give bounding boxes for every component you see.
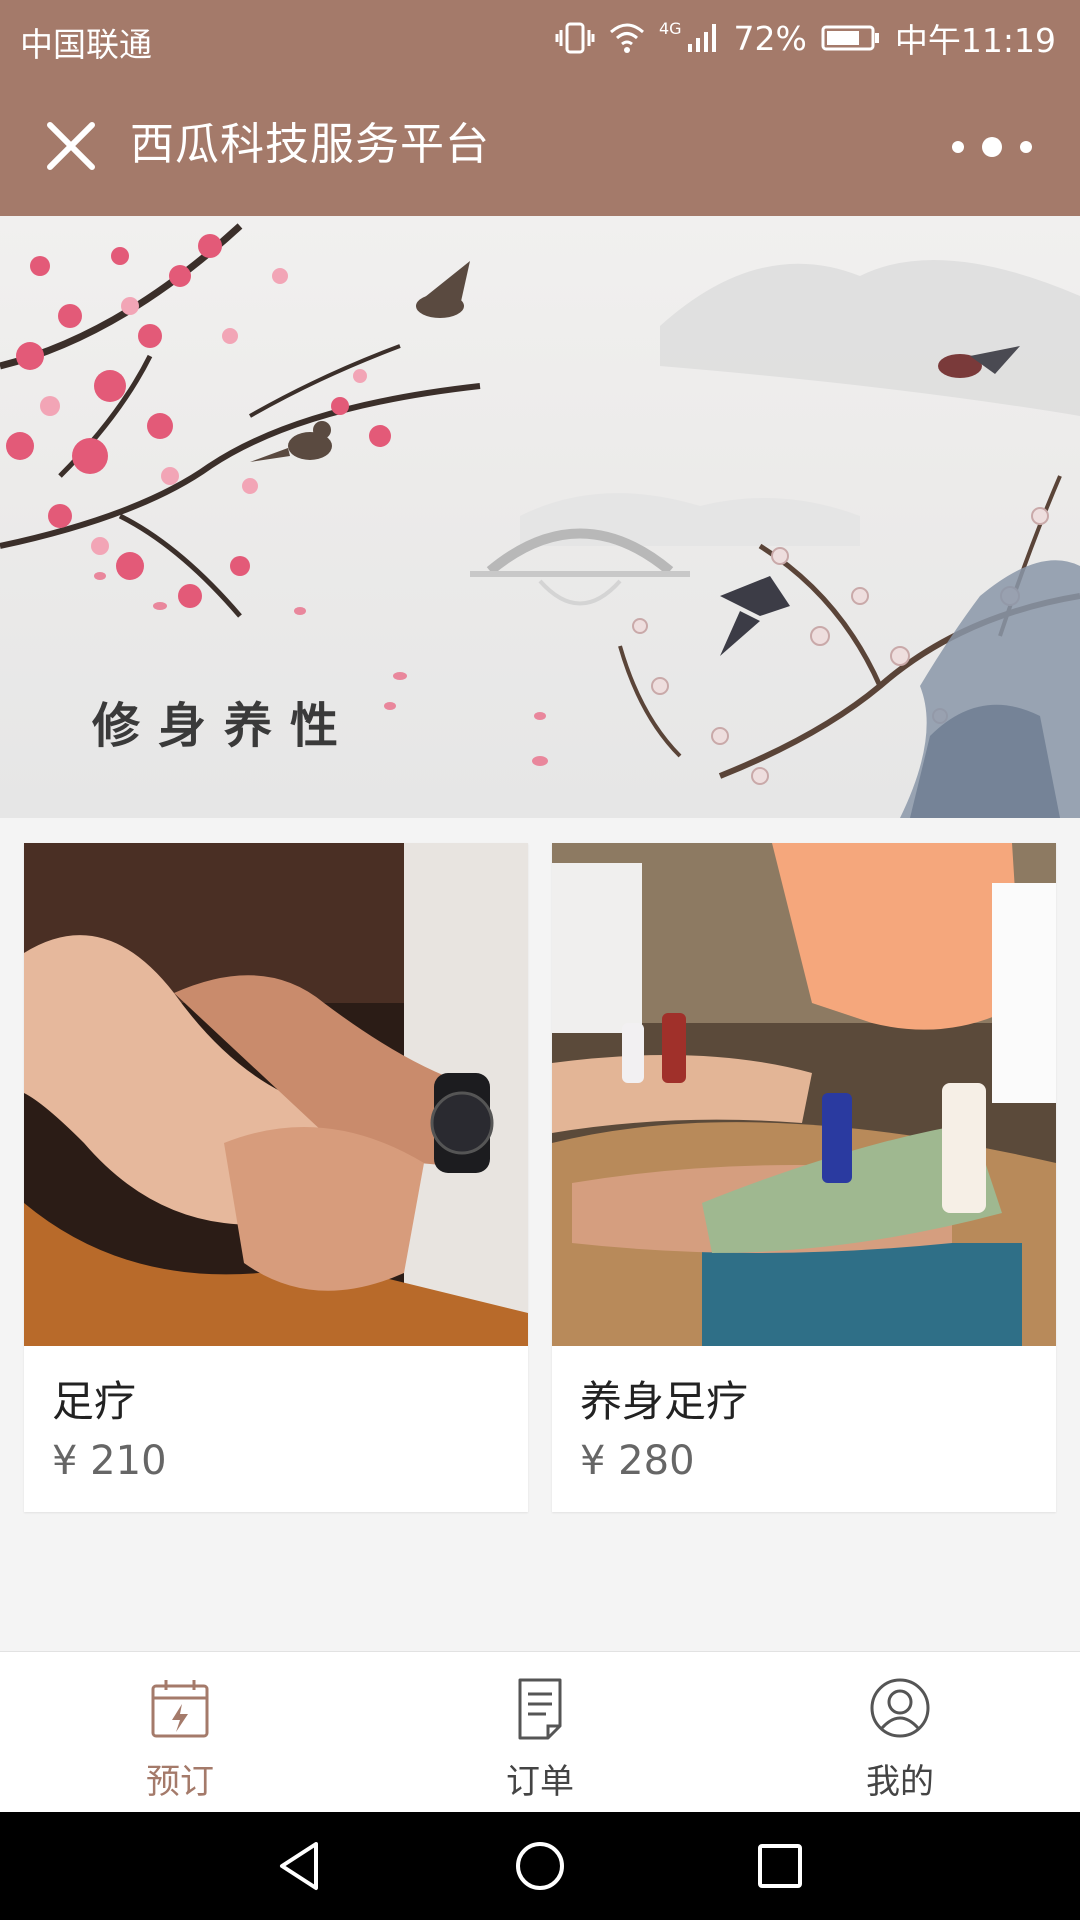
tab-label: 订单 — [506, 1762, 574, 1802]
product-photo — [552, 843, 1056, 1346]
back-icon[interactable] — [272, 1838, 328, 1894]
battery-icon — [821, 25, 879, 51]
tab-orders[interactable]: 订单 — [360, 1652, 720, 1812]
product-price: ¥ 280 — [580, 1438, 695, 1484]
product-name: 养身足疗 — [580, 1377, 749, 1426]
carrier-label: 中国联通 — [20, 25, 152, 64]
document-icon — [518, 1678, 562, 1740]
product-info: 足疗 ¥ 210 — [24, 1346, 528, 1512]
page-title: 西瓜科技服务平台 — [130, 119, 490, 170]
product-card[interactable]: 足疗 ¥ 210 — [24, 843, 528, 1512]
status-bar: 中国联通 4G 72% 中午11:19 — [0, 0, 1080, 75]
status-icons: 4G 72% 中午11:19 — [555, 14, 1056, 62]
tab-label: 我的 — [866, 1762, 934, 1802]
product-name: 足疗 — [52, 1377, 137, 1426]
banner-caption: 修身养性 — [92, 698, 357, 754]
wifi-icon — [609, 23, 644, 53]
product-photo — [24, 843, 528, 1346]
network-type-label: 4G — [658, 18, 682, 38]
nav-bar: 西瓜科技服务平台 — [0, 75, 1080, 216]
close-icon[interactable] — [44, 119, 98, 173]
product-grid: 足疗 ¥ 210 养身足疗 ¥ 280 — [24, 843, 1056, 1512]
product-card[interactable]: 养身足疗 ¥ 280 — [552, 843, 1056, 1512]
home-icon[interactable] — [512, 1838, 568, 1894]
tab-label: 预订 — [146, 1762, 214, 1802]
user-icon — [870, 1678, 930, 1738]
promo-banner[interactable]: 修身养性 — [0, 216, 1080, 818]
battery-percent: 72% — [733, 18, 807, 58]
product-info: 养身足疗 ¥ 280 — [552, 1346, 1056, 1512]
clock: 中午11:19 — [894, 21, 1056, 60]
product-price: ¥ 210 — [52, 1438, 167, 1484]
tab-profile[interactable]: 我的 — [720, 1652, 1080, 1812]
tab-booking[interactable]: 预订 — [0, 1652, 360, 1812]
vibrate-icon — [555, 22, 595, 54]
bottom-tab-bar: 预订 订单 我的 — [0, 1651, 1080, 1812]
more-icon[interactable] — [944, 130, 1040, 164]
system-nav-bar — [0, 1812, 1080, 1920]
calendar-icon — [151, 1680, 209, 1738]
recents-icon[interactable] — [752, 1838, 808, 1894]
signal-icon — [687, 24, 716, 52]
